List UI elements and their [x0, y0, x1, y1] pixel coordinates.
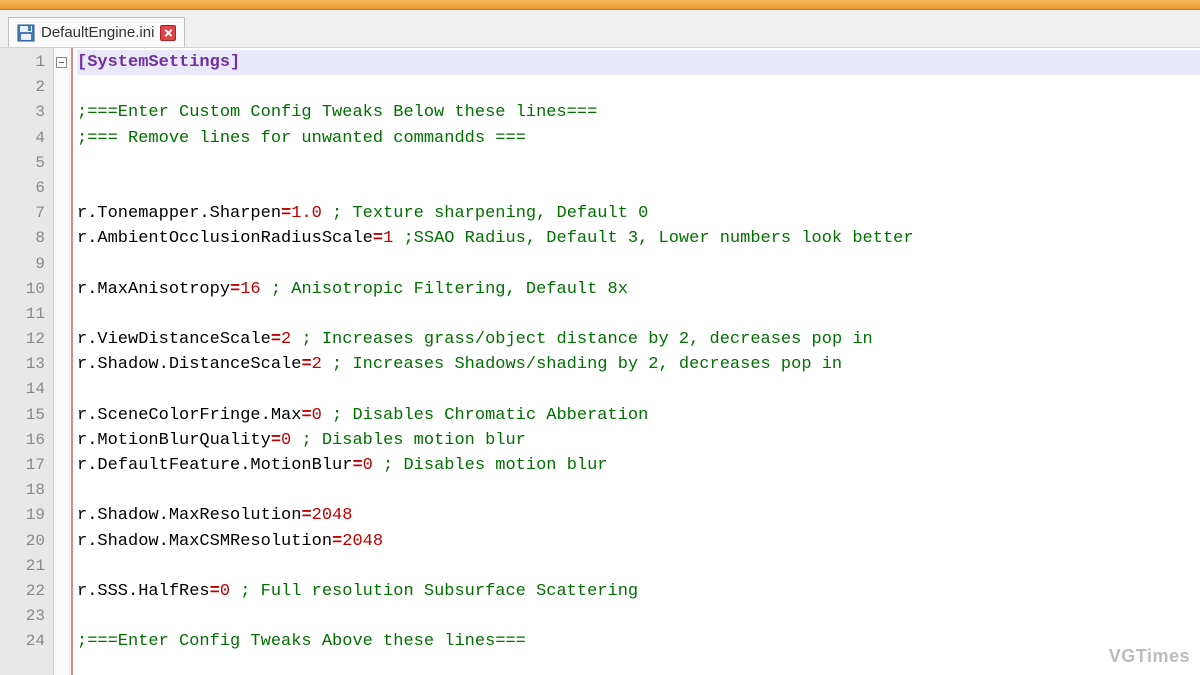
fold-cell [54, 201, 69, 226]
line-number: 10 [0, 277, 53, 302]
line-number: 9 [0, 252, 53, 277]
code-line[interactable]: r.Shadow.MaxResolution=2048 [77, 503, 1200, 528]
fold-cell [54, 50, 69, 75]
line-number: 13 [0, 352, 53, 377]
window-titlebar-strip [0, 0, 1200, 10]
code-line[interactable] [77, 478, 1200, 503]
line-number: 21 [0, 554, 53, 579]
line-number: 7 [0, 201, 53, 226]
line-number: 11 [0, 302, 53, 327]
line-number: 17 [0, 453, 53, 478]
line-number: 19 [0, 503, 53, 528]
line-number: 24 [0, 629, 53, 654]
code-line[interactable]: r.Shadow.MaxCSMResolution=2048 [77, 529, 1200, 554]
fold-cell [54, 604, 69, 629]
fold-cell [54, 529, 69, 554]
code-line[interactable] [77, 377, 1200, 402]
code-line[interactable]: [SystemSettings] [77, 50, 1200, 75]
fold-cell [54, 503, 69, 528]
fold-toggle-icon[interactable] [56, 57, 67, 68]
fold-cell [54, 151, 69, 176]
close-tab-icon[interactable] [160, 25, 176, 41]
line-number: 2 [0, 75, 53, 100]
fold-cell [54, 252, 69, 277]
code-line[interactable]: r.SSS.HalfRes=0 ; Full resolution Subsur… [77, 579, 1200, 604]
line-number: 18 [0, 478, 53, 503]
fold-cell [54, 579, 69, 604]
line-number: 16 [0, 428, 53, 453]
fold-cell [54, 403, 69, 428]
fold-cell [54, 100, 69, 125]
fold-cell [54, 75, 69, 100]
code-line[interactable]: r.Shadow.DistanceScale=2 ; Increases Sha… [77, 352, 1200, 377]
line-number: 12 [0, 327, 53, 352]
code-line[interactable]: r.ViewDistanceScale=2 ; Increases grass/… [77, 327, 1200, 352]
line-number: 4 [0, 126, 53, 151]
code-editor[interactable]: 123456789101112131415161718192021222324 … [0, 48, 1200, 675]
line-number: 15 [0, 403, 53, 428]
code-line[interactable]: r.SceneColorFringe.Max=0 ; Disables Chro… [77, 403, 1200, 428]
fold-cell [54, 277, 69, 302]
fold-cell [54, 352, 69, 377]
code-line[interactable] [77, 151, 1200, 176]
fold-cell [54, 226, 69, 251]
fold-cell [54, 478, 69, 503]
line-number: 22 [0, 579, 53, 604]
code-line[interactable]: r.AmbientOcclusionRadiusScale=1 ;SSAO Ra… [77, 226, 1200, 251]
fold-cell [54, 629, 69, 654]
fold-cell [54, 554, 69, 579]
code-line[interactable]: r.DefaultFeature.MotionBlur=0 ; Disables… [77, 453, 1200, 478]
fold-cell [54, 327, 69, 352]
save-disk-icon [17, 24, 35, 42]
code-area[interactable]: [SystemSettings] ;===Enter Custom Config… [73, 48, 1200, 675]
line-number: 5 [0, 151, 53, 176]
fold-cell [54, 126, 69, 151]
line-number: 1 [0, 50, 53, 75]
line-number: 3 [0, 100, 53, 125]
line-number: 14 [0, 377, 53, 402]
code-line[interactable] [77, 604, 1200, 629]
code-line[interactable]: ;===Enter Config Tweaks Above these line… [77, 629, 1200, 654]
code-line[interactable]: r.Tonemapper.Sharpen=1.0 ; Texture sharp… [77, 201, 1200, 226]
code-line[interactable]: r.MotionBlurQuality=0 ; Disables motion … [77, 428, 1200, 453]
line-number: 8 [0, 226, 53, 251]
fold-cell [54, 302, 69, 327]
code-line[interactable] [77, 75, 1200, 100]
code-line[interactable] [77, 302, 1200, 327]
line-number: 6 [0, 176, 53, 201]
code-line[interactable] [77, 252, 1200, 277]
tab-bar: DefaultEngine.ini [0, 10, 1200, 48]
line-number: 20 [0, 529, 53, 554]
code-line[interactable] [77, 176, 1200, 201]
line-number-gutter: 123456789101112131415161718192021222324 [0, 48, 54, 675]
file-tab[interactable]: DefaultEngine.ini [8, 17, 185, 47]
fold-cell [54, 453, 69, 478]
line-number: 23 [0, 604, 53, 629]
code-line[interactable]: ;=== Remove lines for unwanted commandds… [77, 126, 1200, 151]
code-line[interactable]: ;===Enter Custom Config Tweaks Below the… [77, 100, 1200, 125]
code-line[interactable] [77, 554, 1200, 579]
fold-cell [54, 428, 69, 453]
fold-cell [54, 176, 69, 201]
watermark: VGTimes [1109, 646, 1190, 667]
fold-column [54, 48, 70, 675]
fold-cell [54, 377, 69, 402]
code-line[interactable]: r.MaxAnisotropy=16 ; Anisotropic Filteri… [77, 277, 1200, 302]
file-tab-label: DefaultEngine.ini [41, 24, 154, 41]
